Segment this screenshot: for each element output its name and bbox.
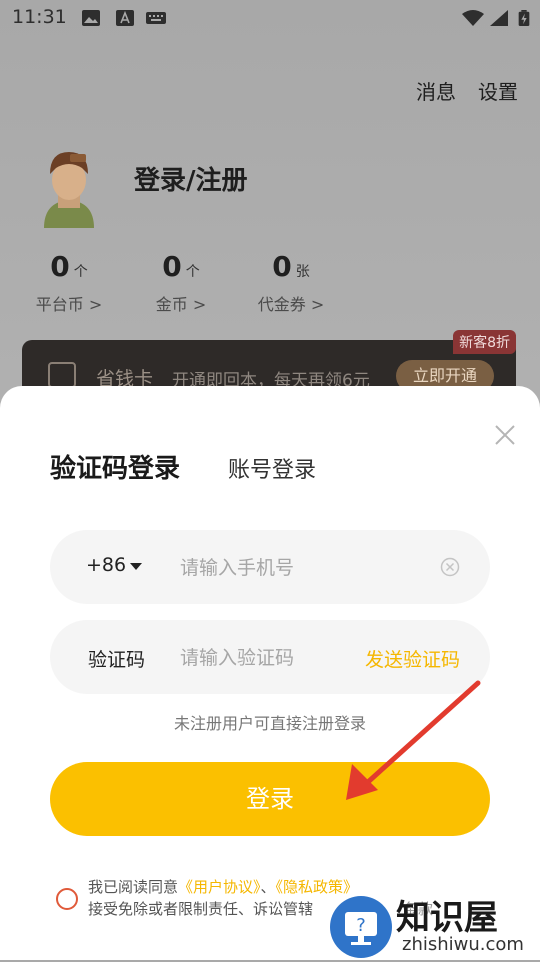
watermark-brand: 知识屋 — [396, 898, 498, 938]
stat-unit: 张 — [295, 264, 310, 280]
clear-input-icon[interactable] — [440, 557, 460, 577]
country-code-selector[interactable]: +86 — [86, 554, 126, 576]
login-register-label[interactable]: 登录/注册 — [134, 160, 248, 197]
watermark-url: zhishiwu.com — [402, 934, 524, 955]
stat-unit: 个 — [185, 264, 200, 280]
close-icon[interactable] — [494, 424, 516, 446]
keyboard-icon — [146, 12, 166, 24]
image-notification-icon — [82, 10, 100, 26]
stat-value: 0 — [272, 250, 292, 283]
verification-code-label: 验证码 — [88, 649, 146, 671]
stat-label: 平台币 > — [35, 295, 103, 314]
tab-account-login[interactable]: 账号登录 — [228, 452, 316, 484]
agreement-prefix: 我已阅读同意 — [88, 878, 179, 896]
stat-gold-coin[interactable]: 0个 金币 > — [136, 250, 226, 315]
settings-link[interactable]: 设置 — [478, 76, 518, 105]
login-button[interactable]: 登录 — [50, 762, 490, 836]
status-bar: 11:31 — [0, 0, 540, 36]
wallet-icon — [48, 362, 76, 388]
stat-voucher[interactable]: 0张 代金券 > — [246, 250, 336, 315]
stat-platform-coin[interactable]: 0个 平台币 > — [24, 250, 114, 315]
cell-signal-icon — [490, 10, 508, 26]
stat-unit: 个 — [73, 264, 88, 280]
battery-icon — [518, 10, 530, 26]
caret-down-icon[interactable] — [130, 563, 142, 570]
agreement-checkbox[interactable] — [56, 888, 78, 910]
login-sheet: 验证码登录 账号登录 +86 验证码 发送验证码 未注册用户可直接注册登录 登录… — [0, 386, 540, 960]
watermark-logo-icon: ? — [330, 896, 392, 958]
messages-link[interactable]: 消息 — [416, 76, 456, 105]
stat-label: 代金券 > — [257, 295, 325, 314]
text-notification-icon — [116, 10, 134, 26]
monitor-question-icon: ? — [345, 912, 377, 945]
wifi-icon — [462, 10, 484, 26]
stat-value: 0 — [162, 250, 182, 283]
phone-field: +86 — [50, 530, 490, 604]
user-agreement-link[interactable]: 《用户协议》 — [178, 878, 261, 896]
agreement-second-line: 接受免除或者限制责任、诉讼管辖 — [88, 900, 314, 918]
new-customer-badge: 新客8折 — [453, 330, 516, 354]
send-code-button[interactable]: 发送验证码 — [365, 645, 460, 672]
agreement-separator: 、 — [260, 878, 276, 896]
verification-code-field: 验证码 发送验证码 — [50, 620, 490, 694]
default-avatar-icon[interactable] — [36, 148, 102, 228]
header-links: 消息 设置 — [416, 76, 518, 105]
stat-label: 金币 > — [155, 295, 207, 314]
tab-sms-login[interactable]: 验证码登录 — [50, 448, 180, 485]
phone-input[interactable] — [178, 550, 432, 586]
status-time: 11:31 — [12, 6, 67, 28]
svg-text:?: ? — [356, 915, 366, 936]
site-watermark: ? 知识屋 zhishiwu.com — [330, 888, 530, 960]
verification-code-input[interactable] — [178, 640, 352, 676]
stat-value: 0 — [50, 250, 70, 283]
register-hint: 未注册用户可直接注册登录 — [173, 714, 366, 733]
